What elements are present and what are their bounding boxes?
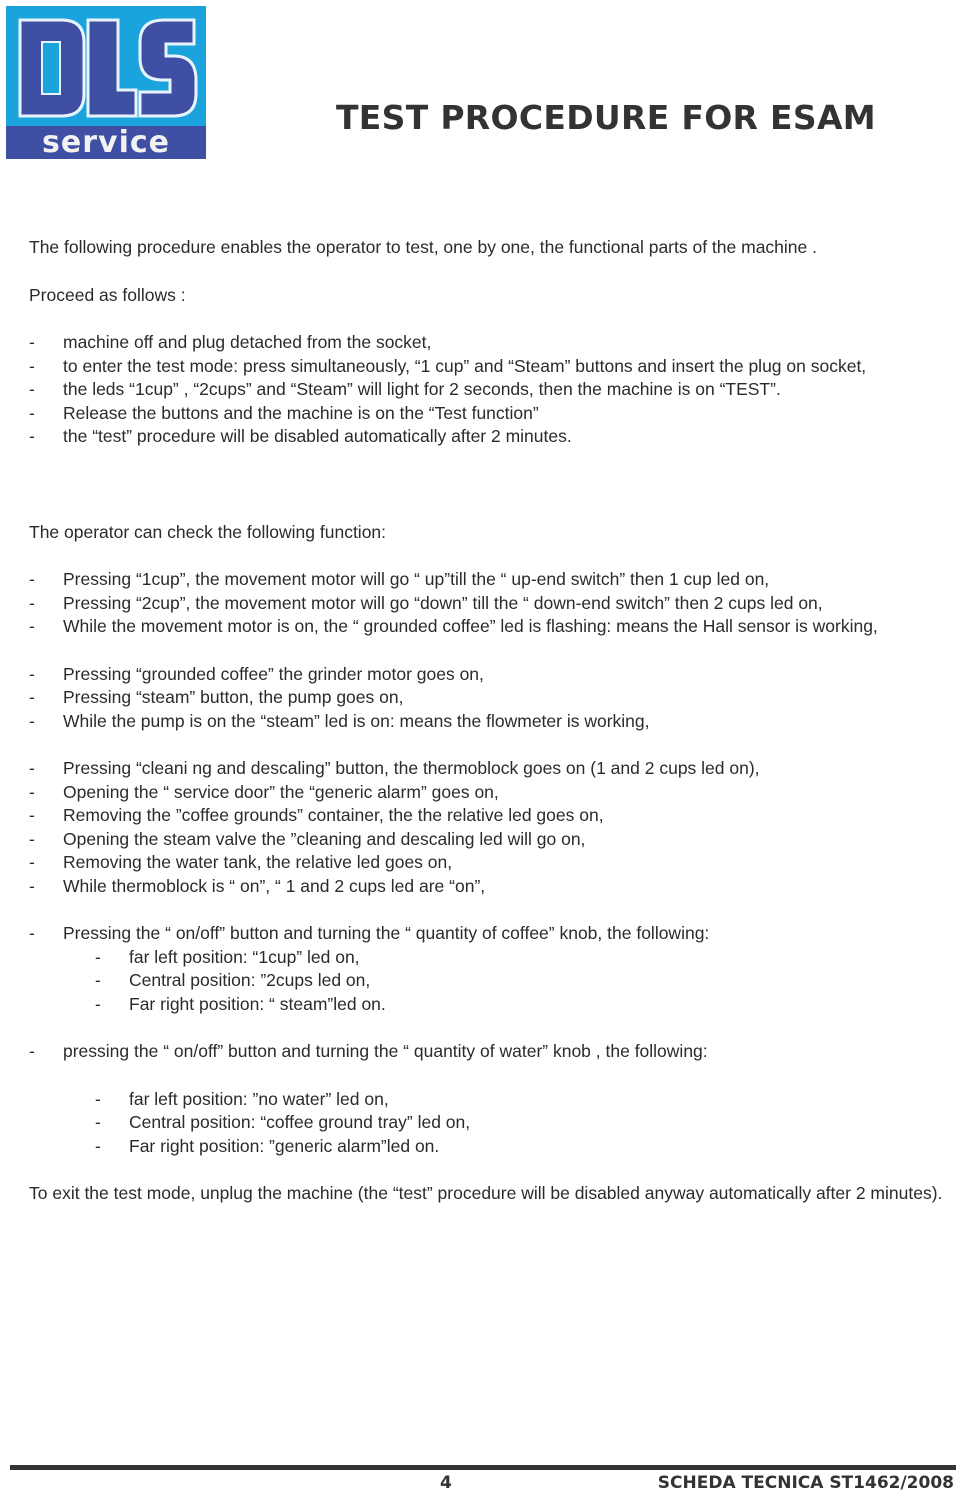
list-item: Central position: “coffee ground tray” l… [95,1111,949,1135]
checks-heading: The operator can check the following fun… [29,521,387,542]
list-item: Pressing the “ on/off” button and turnin… [29,922,949,946]
exit-note: To exit the test mode, unplug the machin… [29,1183,943,1203]
alarm-checks-list: Pressing “cleani ng and descaling” butto… [29,757,949,898]
dls-service-logo: service [6,6,206,159]
list-item: far left position: “1cup” led on, [95,946,949,970]
list-item: Central position: ”2cups led on, [95,969,949,993]
list-item: Removing the water tank, the relative le… [29,851,949,875]
coffee-knob-list: Pressing the “ on/off” button and turnin… [29,922,949,946]
pump-checks-list: Pressing “grounded coffee” the grinder m… [29,663,949,734]
document-body: The following procedure enables the oper… [29,236,949,1206]
motor-checks-list: Pressing “1cup”, the movement motor will… [29,568,949,639]
page-number: 4 [440,1473,452,1493]
list-item: Far right position: “ steam”led on. [95,993,949,1017]
list-item: far left position: ”no water” led on, [95,1088,949,1112]
list-item: Opening the “ service door” the “generic… [29,781,949,805]
dls-letters-icon [18,18,198,118]
list-item: Pressing “2cup”, the movement motor will… [29,592,949,616]
water-knob-list: pressing the “ on/off” button and turnin… [29,1040,949,1064]
list-item: While the movement motor is on, the “ gr… [29,615,949,639]
list-item: Release the buttons and the machine is o… [29,402,949,426]
list-item: the “test” procedure will be disabled au… [29,425,949,449]
list-item: Far right position: ”generic alarm”led o… [95,1135,949,1159]
list-item: While the pump is on the “steam” led is … [29,710,949,734]
list-item: Opening the steam valve the ”cleaning an… [29,828,949,852]
intro-paragraph: The following procedure enables the oper… [29,237,817,257]
entry-steps-list: machine off and plug detached from the s… [29,331,949,449]
document-reference: SCHEDA TECNICA ST1462/2008 [657,1473,954,1493]
page-title: TEST PROCEDURE FOR ESAM [336,98,876,137]
list-item: to enter the test mode: press simultaneo… [29,355,949,379]
list-item: Pressing “steam” button, the pump goes o… [29,686,949,710]
logo-service-label: service [6,126,206,159]
footer-divider [10,1465,956,1470]
list-item: pressing the “ on/off” button and turnin… [29,1040,949,1064]
water-knob-lead: pressing the “ on/off” button and turnin… [63,1041,708,1061]
water-knob-positions: far left position: ”no water” led on, Ce… [29,1088,949,1159]
list-item: Pressing “cleani ng and descaling” butto… [29,757,949,781]
list-item: Pressing “1cup”, the movement motor will… [29,568,949,592]
list-item: Pressing “grounded coffee” the grinder m… [29,663,949,687]
coffee-knob-positions: far left position: “1cup” led on, Centra… [29,946,949,1017]
logo-letters [14,12,200,122]
proceed-label: Proceed as follows : [29,284,186,305]
coffee-knob-lead: Pressing the “ on/off” button and turnin… [63,923,710,943]
list-item: While thermoblock is “ on”, “ 1 and 2 cu… [29,875,949,899]
list-item: the leds “1cup” , “2cups” and “Steam” wi… [29,378,949,402]
list-item: machine off and plug detached from the s… [29,331,949,355]
list-item: Removing the ”coffee grounds” container,… [29,804,949,828]
